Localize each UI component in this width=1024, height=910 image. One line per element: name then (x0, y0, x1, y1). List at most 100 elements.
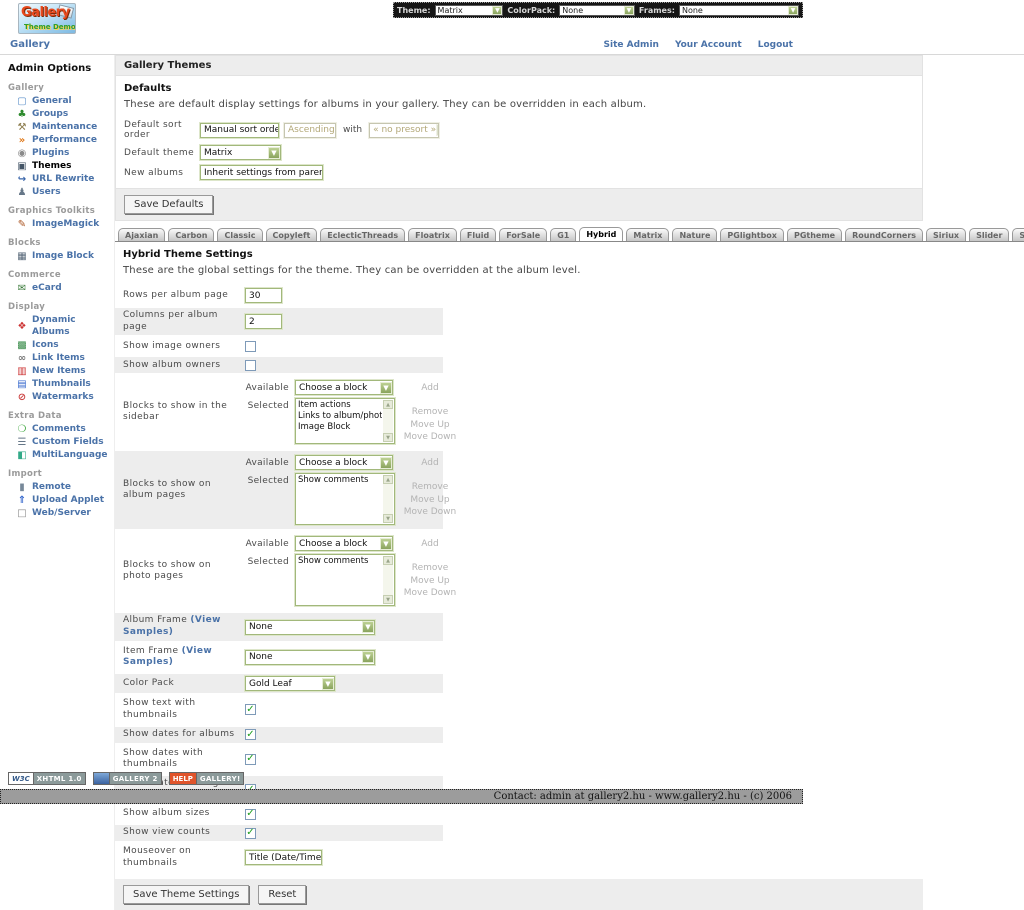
show-album-owners-checkbox[interactable] (245, 360, 256, 371)
sidebar-item-custom-fields[interactable]: ☰ Custom Fields (8, 436, 111, 449)
sidebar-item-themes[interactable]: ▣ Themes (8, 160, 111, 173)
tab-ajaxian[interactable]: Ajaxian (118, 228, 165, 241)
your-account-link[interactable]: Your Account (675, 40, 742, 50)
show-album-sizes-checkbox[interactable] (245, 809, 256, 820)
tab-carbon[interactable]: Carbon (168, 228, 214, 241)
move-up-button[interactable]: Move Up (401, 575, 459, 587)
remove-button[interactable]: Remove (401, 406, 459, 418)
available-blocks-select[interactable]: Choose a block ▼ (295, 380, 393, 395)
sidebar-item-users[interactable]: ♟ Users (8, 186, 111, 199)
tab-matrix[interactable]: Matrix (626, 228, 669, 241)
sidebar-item-url-rewrite[interactable]: ↪ URL Rewrite (8, 173, 111, 186)
sidebar-item-dynamic-albums[interactable]: ❖ Dynamic Albums (8, 314, 111, 339)
listbox-item[interactable]: Image Block (298, 422, 382, 433)
move-down-button[interactable]: Move Down (401, 506, 459, 518)
listbox-item[interactable]: Links to album/photo peers (298, 411, 382, 422)
show-dates-thumbs-checkbox[interactable] (245, 754, 256, 765)
scroll-down-icon[interactable]: ▼ (383, 433, 393, 442)
remove-button[interactable]: Remove (401, 481, 459, 493)
scroll-up-icon[interactable]: ▲ (383, 475, 393, 484)
default-sort-select[interactable]: Manual sort order ▼ (200, 123, 279, 138)
show-dates-albums-checkbox[interactable] (245, 729, 256, 740)
listbox-scrollbar[interactable]: ▲ ▼ (383, 400, 393, 442)
sidebar-item-watermarks[interactable]: ⊘ Watermarks (8, 391, 111, 404)
show-view-counts-checkbox[interactable] (245, 828, 256, 839)
add-button[interactable]: Add (401, 455, 459, 468)
tab-hybrid[interactable]: Hybrid (579, 227, 623, 241)
theme-select[interactable]: Matrix ▼ (435, 5, 504, 16)
available-blocks-select[interactable]: Choose a block ▼ (295, 455, 393, 470)
default-theme-select[interactable]: Matrix ▼ (200, 145, 281, 160)
sidebar-item-new-items[interactable]: ▥ New Items (8, 365, 111, 378)
selected-blocks-listbox[interactable]: Item actions Links to album/photo peers … (295, 398, 395, 444)
sidebar-item-upload-applet[interactable]: ⇑ Upload Applet (8, 494, 111, 507)
sidebar-item-link-items[interactable]: ∞ Link Items (8, 352, 111, 365)
listbox-scrollbar[interactable]: ▲ ▼ (383, 475, 393, 523)
move-up-button[interactable]: Move Up (401, 494, 459, 506)
sidebar-item-comments[interactable]: ❍ Comments (8, 423, 111, 436)
scroll-up-icon[interactable]: ▲ (383, 400, 393, 409)
tab-forsale[interactable]: ForSale (499, 228, 547, 241)
w3c-xhtml-badge[interactable]: W3C XHTML 1.0 (8, 772, 86, 785)
sidebar-item-icons[interactable]: ▩ Icons (8, 339, 111, 352)
sidebar-item-remote[interactable]: ▮ Remote (8, 481, 111, 494)
save-defaults-button[interactable]: Save Defaults (124, 195, 213, 214)
rows-per-page-input[interactable] (245, 288, 282, 303)
sidebar-item-image-block[interactable]: ▦ Image Block (8, 250, 111, 263)
frames-select[interactable]: None ▼ (679, 5, 799, 16)
move-up-button[interactable]: Move Up (401, 419, 459, 431)
sidebar-item-plugins[interactable]: ◉ Plugins (8, 147, 111, 160)
logout-link[interactable]: Logout (758, 40, 793, 50)
tab-pglightbox[interactable]: PGlightbox (720, 228, 784, 241)
sidebar-item-general[interactable]: ▢ General (8, 95, 111, 108)
show-image-owners-checkbox[interactable] (245, 341, 256, 352)
tab-fluid[interactable]: Fluid (460, 228, 496, 241)
gallery2-badge[interactable]: GALLERY 2 (93, 772, 162, 785)
sidebar-item-web-server[interactable]: □ Web/Server (8, 507, 111, 520)
listbox-item[interactable]: Item actions (298, 400, 382, 411)
sidebar-item-performance[interactable]: » Performance (8, 134, 111, 147)
tab-copyleft[interactable]: Copyleft (266, 228, 318, 241)
tab-splatbang[interactable]: Splatbang (1012, 228, 1024, 241)
tab-roundcorners[interactable]: RoundCorners (845, 228, 923, 241)
tab-siriux[interactable]: Siriux (926, 228, 966, 241)
mouseover-select[interactable]: Title (Date/Time) ▼ (245, 850, 322, 865)
scroll-down-icon[interactable]: ▼ (383, 514, 393, 523)
gallery-logo[interactable]: Gallery Theme Demo (18, 3, 76, 34)
selected-blocks-listbox[interactable]: Show comments ▲ ▼ (295, 473, 395, 525)
sidebar-item-imagemagick[interactable]: ✎ ImageMagick (8, 218, 111, 231)
listbox-item[interactable]: Show comments (298, 556, 382, 567)
tab-eclecticthreads[interactable]: EclecticThreads (320, 228, 405, 241)
breadcrumb-gallery[interactable]: Gallery (10, 39, 50, 50)
tab-floatrix[interactable]: Floatrix (408, 228, 457, 241)
listbox-item[interactable]: Show comments (298, 475, 382, 486)
move-down-button[interactable]: Move Down (401, 431, 459, 443)
selected-blocks-listbox[interactable]: Show comments ▲ ▼ (295, 554, 395, 606)
sidebar-item-thumbnails[interactable]: ▤ Thumbnails (8, 378, 111, 391)
tab-nature[interactable]: Nature (672, 228, 717, 241)
scroll-up-icon[interactable]: ▲ (383, 556, 393, 565)
tab-g1[interactable]: G1 (550, 228, 576, 241)
show-text-thumbs-checkbox[interactable] (245, 704, 256, 715)
sidebar-item-maintenance[interactable]: ⚒ Maintenance (8, 121, 111, 134)
tab-pgtheme[interactable]: PGtheme (787, 228, 842, 241)
colorpack-select[interactable]: None ▼ (559, 5, 635, 16)
sidebar-item-multilanguage[interactable]: ◧ MultiLanguage (8, 449, 111, 462)
listbox-scrollbar[interactable]: ▲ ▼ (383, 556, 393, 604)
tab-classic[interactable]: Classic (217, 228, 262, 241)
color-pack-select[interactable]: Gold Leaf ▼ (245, 676, 335, 691)
album-frame-select[interactable]: None ▼ (245, 620, 375, 635)
item-frame-select[interactable]: None ▼ (245, 650, 375, 665)
remove-button[interactable]: Remove (401, 562, 459, 574)
scroll-down-icon[interactable]: ▼ (383, 595, 393, 604)
move-down-button[interactable]: Move Down (401, 587, 459, 599)
sidebar-item-ecard[interactable]: ✉ eCard (8, 282, 111, 295)
save-theme-settings-button[interactable]: Save Theme Settings (123, 885, 249, 904)
add-button[interactable]: Add (401, 536, 459, 549)
new-albums-select[interactable]: Inherit settings from parent album ▼ (200, 165, 323, 180)
tab-slider[interactable]: Slider (969, 228, 1009, 241)
site-admin-link[interactable]: Site Admin (604, 40, 659, 50)
cols-per-page-input[interactable] (245, 314, 282, 329)
sidebar-item-groups[interactable]: ♣ Groups (8, 108, 111, 121)
add-button[interactable]: Add (401, 380, 459, 393)
